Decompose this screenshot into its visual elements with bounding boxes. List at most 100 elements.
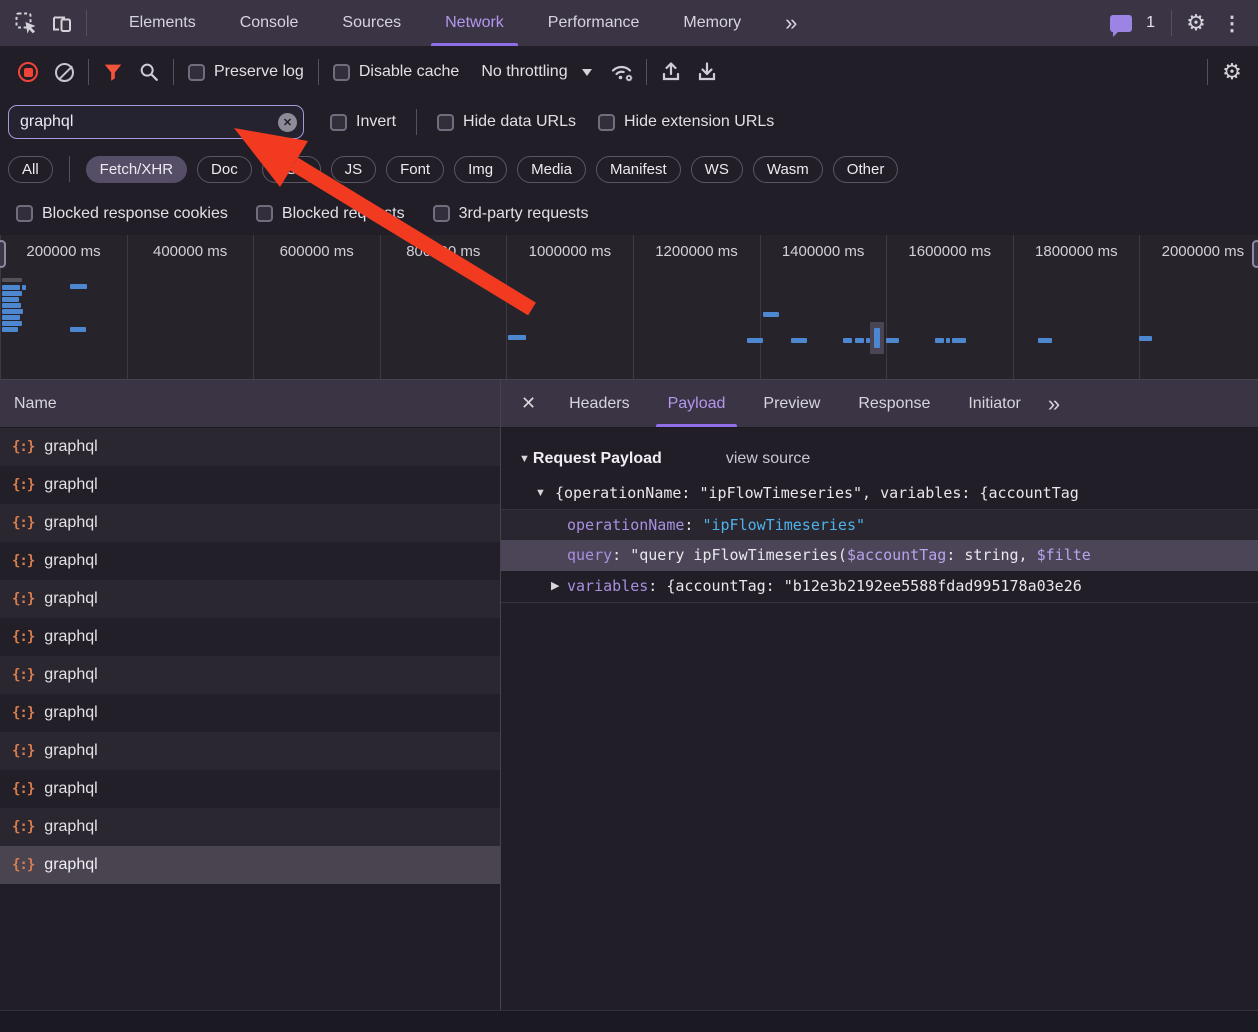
- tab-elements[interactable]: Elements: [115, 0, 210, 46]
- hide-extension-urls-label: Hide extension URLs: [624, 113, 774, 131]
- checkbox-icon[interactable]: [256, 205, 273, 222]
- export-har-button[interactable]: [689, 54, 725, 90]
- overview-left-handle[interactable]: [0, 240, 6, 268]
- json-braces-icon: {:}: [12, 591, 34, 607]
- kebab-menu-icon[interactable]: ⋮: [1214, 5, 1250, 41]
- tab-console[interactable]: Console: [226, 0, 313, 46]
- expanded-triangle-icon[interactable]: ▼: [535, 478, 546, 509]
- chip-other[interactable]: Other: [833, 156, 899, 183]
- network-conditions-button[interactable]: [604, 54, 640, 90]
- chip-font[interactable]: Font: [386, 156, 444, 183]
- chip-wasm[interactable]: Wasm: [753, 156, 823, 183]
- chip-css[interactable]: CSS: [262, 156, 321, 183]
- network-overview[interactable]: 200000 ms400000 ms600000 ms800000 ms1000…: [0, 235, 1258, 380]
- request-waterfall-bar: [946, 338, 950, 343]
- tab-memory[interactable]: Memory: [669, 0, 755, 46]
- overview-tick-label: 600000 ms: [253, 243, 380, 260]
- clear-filter-icon[interactable]: ✕: [278, 113, 297, 132]
- checkbox-label: Blocked requests: [282, 205, 405, 223]
- overview-right-handle[interactable]: [1252, 240, 1258, 268]
- table-row[interactable]: {:}graphql: [0, 504, 500, 542]
- checkbox-icon[interactable]: [433, 205, 450, 222]
- details-tab-headers[interactable]: Headers: [557, 380, 641, 427]
- import-har-button[interactable]: [653, 54, 689, 90]
- close-details-icon[interactable]: ✕: [521, 393, 536, 414]
- payload-line[interactable]: ▶variables: {accountTag: "b12e3b2192ee55…: [501, 571, 1258, 602]
- payload-token: {operationName: "ipFlowTimeseries", vari…: [555, 484, 1079, 502]
- table-row[interactable]: {:}graphql: [0, 808, 500, 846]
- device-toolbar-icon[interactable]: [44, 5, 80, 41]
- filter-text-input[interactable]: [8, 105, 304, 139]
- table-row[interactable]: {:}graphql: [0, 770, 500, 808]
- hide-extension-urls-control[interactable]: Hide extension URLs: [598, 113, 774, 131]
- inspect-element-icon[interactable]: [8, 5, 44, 41]
- request-waterfall-bar: [2, 309, 23, 314]
- tab-sources[interactable]: Sources: [328, 0, 415, 46]
- preserve-log-control[interactable]: Preserve log: [188, 63, 304, 81]
- 3rd-party-requests-control[interactable]: 3rd-party requests: [433, 205, 589, 223]
- chip-media[interactable]: Media: [517, 156, 586, 183]
- filter-button[interactable]: [95, 54, 131, 90]
- details-tab-response[interactable]: Response: [846, 380, 942, 427]
- collapsed-triangle-icon[interactable]: ▶: [551, 571, 559, 602]
- payload-line[interactable]: ▼ {operationName: "ipFlowTimeseries", var…: [501, 478, 1258, 509]
- table-row[interactable]: {:}graphql: [0, 656, 500, 694]
- table-row[interactable]: {:}graphql: [0, 428, 500, 466]
- hide-extension-urls-checkbox[interactable]: [598, 114, 615, 131]
- record-network-log-button[interactable]: [10, 54, 46, 90]
- request-waterfall-bar: [1139, 336, 1152, 341]
- payload-tree: ▼ {operationName: "ipFlowTimeseries", var…: [501, 478, 1258, 602]
- invert-checkbox[interactable]: [330, 114, 347, 131]
- clear-network-log-button[interactable]: [46, 54, 82, 90]
- details-tab-payload[interactable]: Payload: [656, 380, 738, 427]
- table-row[interactable]: {:}graphql: [0, 542, 500, 580]
- disable-cache-control[interactable]: Disable cache: [333, 63, 460, 81]
- payload-section-header[interactable]: ▼ Request Payload view source: [501, 440, 1258, 478]
- disable-cache-checkbox[interactable]: [333, 64, 350, 81]
- request-waterfall-bar: [22, 285, 26, 290]
- more-panels-icon[interactable]: »: [771, 0, 809, 46]
- payload-line[interactable]: operationName: "ipFlowTimeseries": [501, 509, 1258, 540]
- table-row[interactable]: {:}graphql: [0, 466, 500, 504]
- tab-performance[interactable]: Performance: [534, 0, 654, 46]
- tab-network[interactable]: Network: [431, 0, 518, 46]
- invert-control[interactable]: Invert: [330, 113, 396, 131]
- chip-img[interactable]: Img: [454, 156, 507, 183]
- checkbox-icon[interactable]: [16, 205, 33, 222]
- settings-gear-icon[interactable]: ⚙: [1178, 5, 1214, 41]
- chip-ws[interactable]: WS: [691, 156, 743, 183]
- more-tabs-icon[interactable]: »: [1048, 391, 1058, 417]
- blocked-requests-control[interactable]: Blocked requests: [256, 205, 405, 223]
- table-row[interactable]: {:}graphql: [0, 618, 500, 656]
- details-tab-label: Payload: [668, 395, 726, 413]
- bottom-strip: [0, 1010, 1258, 1032]
- hide-data-urls-control[interactable]: Hide data URLs: [437, 113, 576, 131]
- throttling-dropdown[interactable]: No throttling: [481, 63, 591, 81]
- tabbar-right: 1 ⚙ ⋮: [1103, 5, 1258, 41]
- search-button[interactable]: [131, 54, 167, 90]
- issues-icon[interactable]: [1103, 5, 1139, 41]
- request-name: graphql: [44, 628, 97, 646]
- chip-js[interactable]: JS: [331, 156, 377, 183]
- blocked-response-cookies-control[interactable]: Blocked response cookies: [16, 205, 228, 223]
- preserve-log-checkbox[interactable]: [188, 64, 205, 81]
- details-tab-preview[interactable]: Preview: [751, 380, 832, 427]
- chip-fetchxhr[interactable]: Fetch/XHR: [86, 156, 187, 183]
- tab-label: Elements: [129, 14, 196, 32]
- view-source-link[interactable]: view source: [726, 450, 810, 468]
- table-row[interactable]: {:}graphql: [0, 694, 500, 732]
- details-tab-initiator[interactable]: Initiator: [956, 380, 1032, 427]
- hide-data-urls-checkbox[interactable]: [437, 114, 454, 131]
- name-column-header[interactable]: Name: [0, 380, 500, 428]
- chip-all[interactable]: All: [8, 156, 53, 183]
- table-row[interactable]: {:}graphql: [0, 732, 500, 770]
- chip-manifest[interactable]: Manifest: [596, 156, 681, 183]
- table-row[interactable]: {:}graphql: [0, 580, 500, 618]
- chip-doc[interactable]: Doc: [197, 156, 252, 183]
- payload-line[interactable]: query: "query ipFlowTimeseries($accountT…: [501, 540, 1258, 571]
- network-settings-button[interactable]: ⚙: [1214, 54, 1250, 90]
- table-row[interactable]: {:}graphql: [0, 846, 500, 884]
- request-name: graphql: [44, 742, 97, 760]
- main-split: Name {:}graphql{:}graphql{:}graphql{:}gr…: [0, 380, 1258, 1010]
- issues-count: 1: [1146, 14, 1155, 32]
